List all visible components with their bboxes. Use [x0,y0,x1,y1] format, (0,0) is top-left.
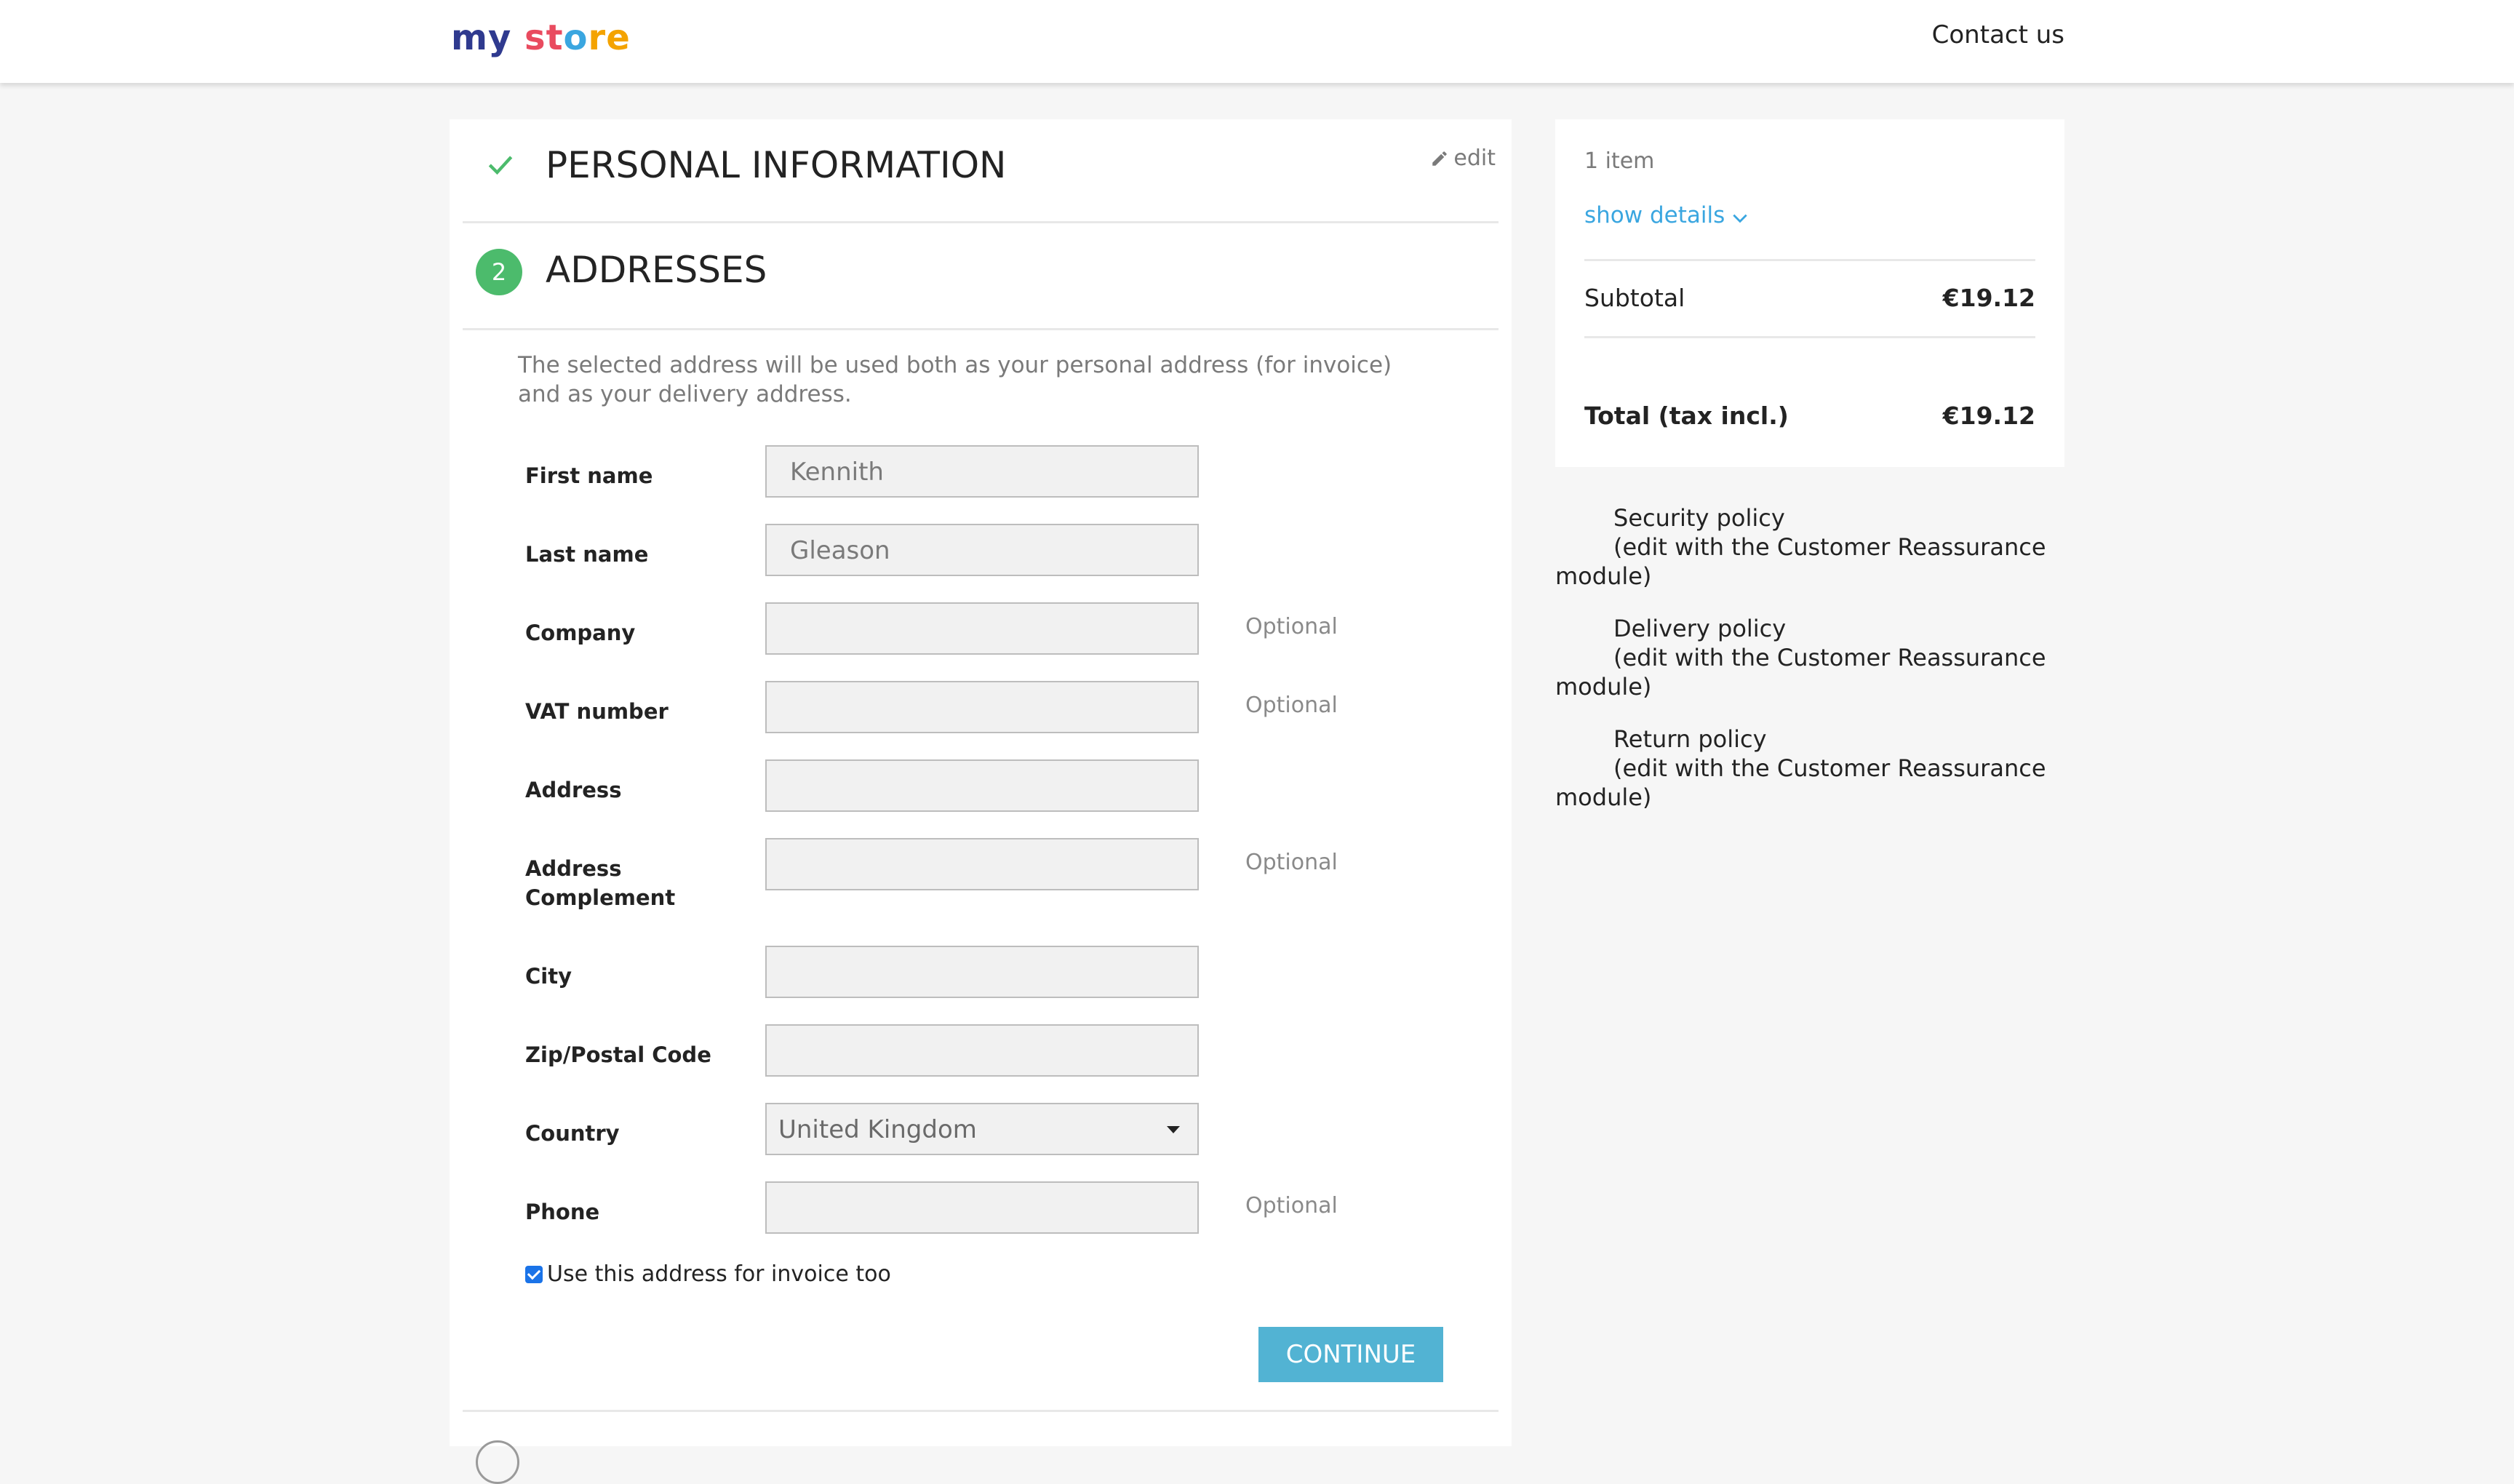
personal-information-title: PERSONAL INFORMATION [546,144,1007,186]
optional-hint: Optional [1245,614,1338,639]
checkmark-icon [488,156,513,175]
invoice-checkbox-label: Use this address for invoice too [547,1261,891,1287]
reassurance-delivery: Delivery policy (edit with the Customer … [1555,614,2064,701]
address-input[interactable] [765,759,1199,812]
field-label: First name [525,463,653,488]
last-name-input[interactable]: Gleason [765,524,1199,576]
zip-postal-code-input[interactable] [765,1024,1199,1077]
chevron-down-icon [1733,214,1747,223]
subtotal-value: €19.12 [1942,284,2035,312]
address-complement-input[interactable] [765,838,1199,890]
country-selected-value: United Kingdom [778,1115,977,1144]
checkout-steps: PERSONAL INFORMATION edit 2 ADDRESSES Th… [450,119,1512,1484]
reassurance-description: (edit with the Customer Reassurance modu… [1555,754,2046,811]
total-value: €19.12 [1942,402,2035,430]
total-label: Total (tax incl.) [1584,402,1789,430]
optional-hint: Optional [1245,850,1338,875]
cart-items-count: 1 item [1584,148,1655,174]
show-details-toggle[interactable]: show details [1584,202,1749,228]
field-label: Country [525,1121,620,1146]
subtotal-label: Subtotal [1584,284,1685,312]
field-label: City [525,964,572,989]
field-label: Zip/Postal Code [525,1042,711,1067]
city-input[interactable] [765,946,1199,998]
section-divider [463,1410,1499,1412]
country-select[interactable]: United Kingdom [765,1103,1199,1155]
logo-part-2: st [524,17,564,58]
summary-divider [1584,259,2035,261]
addresses-title: ADDRESSES [546,249,767,291]
logo-part-4: re [588,17,631,58]
show-details-label: show details [1584,202,1725,228]
contact-us-link[interactable]: Contact us [1932,20,2064,49]
edit-label: edit [1453,145,1496,171]
field-label: Phone [525,1200,600,1224]
reassurance-description: (edit with the Customer Reassurance modu… [1555,533,2046,590]
personal-information-step[interactable]: PERSONAL INFORMATION edit [463,119,1499,223]
logo-part-3: o [563,17,588,58]
vat-number-input[interactable] [765,681,1199,733]
step-number-badge: 2 [476,249,522,295]
optional-hint: Optional [1245,693,1338,718]
store-logo[interactable]: my store [451,17,631,58]
field-label: Last name [525,542,649,567]
cart-summary: 1 item show details Subtotal €19.12 Tota… [1555,119,2064,467]
use-for-invoice-option[interactable]: Use this address for invoice too [525,1261,891,1287]
field-label: Address Complement [525,856,676,910]
next-step-badge [476,1440,519,1484]
edit-personal-info-link[interactable]: edit [1430,145,1496,171]
reassurance-title: Return policy [1613,725,1767,753]
pencil-icon [1432,151,1448,166]
reassurance-security: Security policy (edit with the Customer … [1555,503,2064,591]
site-header: my store Contact us [0,0,2514,83]
field-label: Company [525,621,636,645]
company-input[interactable] [765,602,1199,655]
field-label: VAT number [525,699,669,724]
addresses-step-header: 2 ADDRESSES [463,221,1499,330]
continue-button[interactable]: CONTINUE [1258,1327,1443,1382]
address-intro-text: The selected address will be used both a… [518,352,1392,407]
reassurance-title: Security policy [1613,504,1785,532]
phone-input[interactable] [765,1181,1199,1234]
reassurance-title: Delivery policy [1613,615,1787,642]
invoice-checkbox[interactable] [525,1266,543,1283]
reassurance-description: (edit with the Customer Reassurance modu… [1555,644,2046,701]
summary-divider [1584,336,2035,338]
caret-down-icon [1167,1126,1180,1133]
logo-part-1: my [451,17,512,58]
first-name-input[interactable]: Kennith [765,445,1199,498]
field-label: Address [525,778,622,802]
optional-hint: Optional [1245,1193,1338,1218]
reassurance-return: Return policy (edit with the Customer Re… [1555,725,2064,812]
